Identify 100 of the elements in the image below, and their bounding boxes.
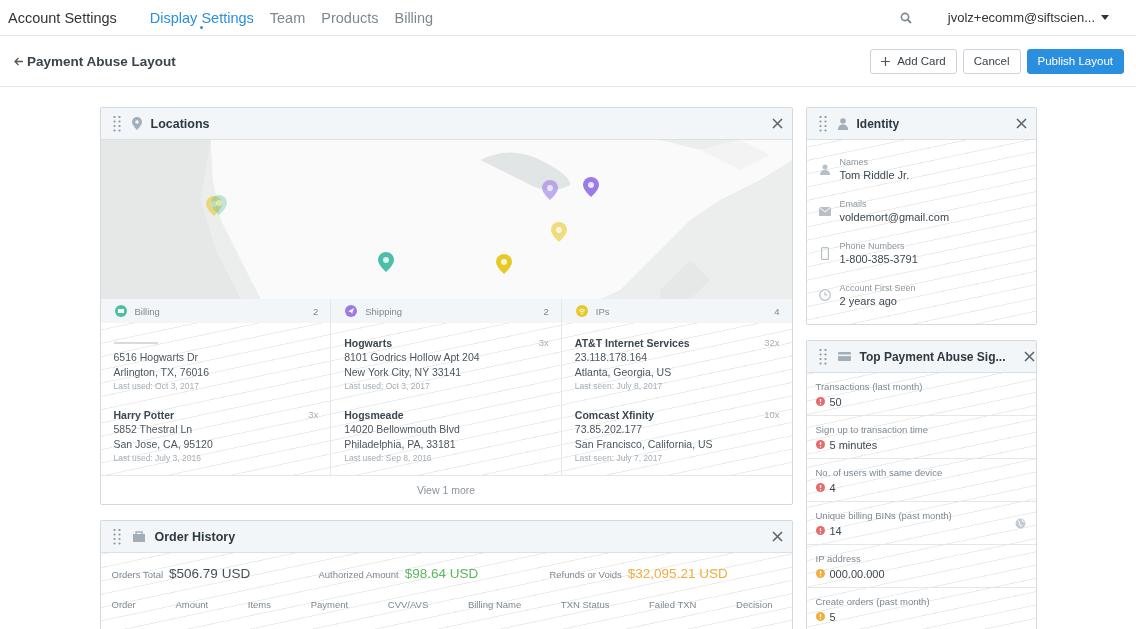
map-pin-icon[interactable] [377, 251, 394, 272]
field-label: Account First Seen [839, 283, 916, 293]
person-icon [818, 163, 831, 175]
field-label: Phone Numbers [839, 241, 906, 251]
redacted-name-bar [113, 341, 158, 344]
entry-line: 8101 Godrics Hollow Apt 204 [344, 350, 481, 365]
card-title: Order History [154, 529, 236, 544]
back-arrow-icon [14, 56, 24, 66]
signal-label: Unique billing BINs (past month) [815, 509, 953, 521]
entry-line: New York City, NY 33141 [344, 365, 463, 380]
nav-title: Account Settings [8, 9, 117, 26]
account-menu[interactable]: jvolz+ecomm@siftscien... [947, 10, 1109, 25]
field-label: Emails [839, 199, 868, 209]
caret-icon [1101, 15, 1109, 20]
envelope-icon [818, 206, 831, 216]
entry-date: Last used: Oct 3, 2017 [113, 380, 201, 393]
total-label: Authorized Amount [318, 568, 399, 580]
entry-date: Last used: Sep 8, 2016 [344, 452, 433, 465]
section-count: 4 [774, 305, 780, 317]
field-value: 1-800-385-3791 [839, 253, 918, 265]
column-header: Payment [310, 599, 349, 610]
map-pin-icon[interactable] [496, 253, 513, 274]
entry-line: 6516 Hogwarts Dr [113, 350, 200, 365]
column-header: CVV/AVS [387, 599, 429, 610]
cancel-button[interactable]: Cancel [962, 48, 1021, 74]
field-value: voldemort@gmail.com [839, 211, 950, 223]
entry-title: Harry Potter [113, 408, 175, 421]
drag-handle-icon[interactable] [818, 115, 827, 132]
clock-icon [818, 289, 831, 301]
usage-count: 32x [764, 337, 780, 348]
total-amount: $506.79 USD [169, 565, 251, 581]
section-title: Billing [134, 305, 160, 317]
signal-value: 000.00.000 [829, 567, 885, 580]
map-pin-icon[interactable] [211, 194, 228, 215]
column-header: Billing Name [467, 599, 522, 610]
close-icon[interactable] [771, 118, 783, 129]
entry-line: San Jose, CA, 95120 [113, 437, 214, 452]
entry-line: San Francisco, California, US [574, 437, 714, 452]
signal-value: 5 minutes [829, 438, 878, 451]
nav-tab[interactable]: Products [321, 0, 379, 35]
entry-title: Hogwarts [344, 336, 392, 349]
column-header: Decision [736, 599, 773, 610]
nav-tab[interactable]: Display Settings [149, 0, 254, 35]
total-amount: $98.64 USD [404, 565, 479, 581]
phone-icon [818, 246, 831, 260]
entry-line: Arlington, TX, 76016 [113, 365, 211, 380]
publish-button[interactable]: Publish Layout [1026, 48, 1124, 74]
map-pin-icon[interactable] [542, 180, 559, 201]
drag-handle-icon[interactable] [112, 115, 121, 132]
card-icon [837, 352, 851, 361]
entry-title: Hogsmeade [344, 408, 404, 421]
back-link[interactable]: Payment Abuse Layout [14, 53, 176, 69]
entry-date: Last used: July 3, 2016 [113, 452, 202, 465]
entry-date: Last seen: July 7, 2017 [574, 452, 664, 465]
entry-date: Last used: Oct 3, 2017 [344, 380, 431, 393]
total-label: Orders Total [111, 568, 164, 580]
entry-line: Atlanta, Georgia, US [574, 365, 673, 380]
field-value: 2 years ago [839, 295, 898, 307]
signal-value: 5 [829, 610, 836, 623]
total-label: Refunds or Voids [549, 568, 622, 580]
card-title: Top Payment Abuse Sig... [859, 349, 1006, 364]
entry-title: AT&T Internet Services [574, 336, 690, 349]
signal-label: No. of users with same device [815, 466, 944, 478]
globe-icon[interactable] [1014, 517, 1026, 529]
field-value: Tom Riddle Jr. [839, 169, 910, 181]
usage-count: 3x [308, 409, 319, 420]
total-amount: $32,095.21 USD [627, 565, 728, 581]
signal-value: 4 [829, 481, 836, 494]
signal-value: 14 [829, 524, 842, 537]
section-title: IPs [595, 305, 610, 317]
column-header: Order [111, 599, 136, 610]
bag-icon [131, 531, 146, 542]
signal-label: Create orders (past month) [815, 595, 931, 607]
card-title: Identity [856, 116, 900, 131]
nav-tab[interactable]: Team [269, 0, 306, 35]
view-more-link[interactable]: View 1 more [416, 476, 476, 504]
usage-count: 10x [764, 409, 780, 420]
section-count: 2 [543, 305, 549, 317]
entry-line: 73.85.202.177 [574, 422, 643, 437]
usage-count: 3x [538, 337, 549, 348]
close-icon[interactable] [1023, 351, 1035, 362]
map-pin-icon[interactable] [583, 177, 600, 198]
signal-label: IP address [815, 552, 862, 564]
entry-line: 5852 Thestral Ln [113, 422, 194, 437]
nav-tab[interactable]: Billing [394, 0, 434, 35]
drag-handle-icon[interactable] [818, 348, 827, 365]
close-icon[interactable] [1015, 118, 1027, 129]
location-pin-icon [131, 117, 142, 130]
entry-line: 14020 Bellowmouth Blvd [344, 422, 461, 437]
signal-label: Transactions (last month) [815, 380, 924, 392]
close-icon[interactable] [771, 531, 783, 542]
signal-value: 50 [829, 395, 842, 408]
section-count: 2 [312, 305, 319, 317]
column-header: TXN Status [560, 599, 610, 610]
signal-label: Sign up to transaction time [815, 423, 929, 435]
search-icon[interactable] [899, 11, 912, 24]
card-title: Locations [150, 116, 210, 131]
drag-handle-icon[interactable] [112, 528, 121, 545]
add-card-button[interactable]: Add Card [870, 48, 957, 74]
entry-line: Philadelphia, PA, 33181 [344, 437, 457, 452]
